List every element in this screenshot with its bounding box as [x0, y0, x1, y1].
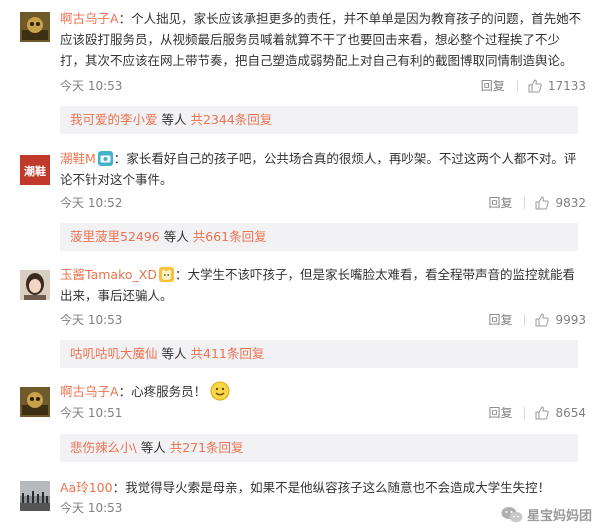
- reply-count-link[interactable]: 共2344条回复: [191, 112, 273, 127]
- avatar[interactable]: 潮鞋: [20, 155, 50, 185]
- replies-summary[interactable]: 咕叽咕叽大魔仙 等人 共411条回复: [60, 340, 578, 368]
- comment-time: 今天 10:53: [60, 79, 123, 93]
- thumbs-up-icon[interactable]: [528, 79, 542, 93]
- comment-username[interactable]: 啊古乌子A: [60, 11, 119, 26]
- divider: [524, 407, 526, 419]
- comment-time: 今天 10:53: [60, 313, 123, 327]
- reply-count-link[interactable]: 共411条回复: [191, 346, 265, 361]
- reply-button[interactable]: 回复: [481, 76, 505, 96]
- like-count: 9993: [555, 313, 586, 327]
- reply-button[interactable]: 回复: [488, 310, 512, 330]
- replies-summary[interactable]: 悲伤辣么小\ 等人 共271条回复: [60, 434, 578, 462]
- reply-button[interactable]: 回复: [488, 403, 512, 423]
- like-count: 8654: [555, 406, 586, 420]
- comment-text: 啊古乌子A：个人拙见，家长应该承担更多的责任，并不单单是因为教育孩子的问题，首先…: [60, 11, 582, 68]
- reply-user-link[interactable]: 我可爱的李小爱: [70, 112, 158, 127]
- avatar[interactable]: [20, 387, 50, 417]
- reply-user-link[interactable]: 菠里菠里52496: [70, 229, 160, 244]
- reply-user-link[interactable]: 咕叽咕叽大魔仙: [70, 346, 158, 361]
- comment-username[interactable]: 啊古乌子A: [60, 384, 119, 399]
- comment-username[interactable]: Aa玲100: [60, 480, 113, 495]
- comment-body: 个人拙见，家长应该承担更多的责任，并不单单是因为教育孩子的问题，首先她不应该殴打…: [60, 11, 582, 68]
- divider: [516, 80, 518, 92]
- comment-username[interactable]: 潮鞋M: [60, 151, 96, 166]
- divider: [524, 314, 526, 326]
- comment-text: 潮鞋M ：家长看好自己的孩子吧，公共场合真的很烦人，再吵架。不过这两个人都不对。评…: [60, 151, 577, 187]
- comment-meta: 今天 10:52 回复 9832: [60, 193, 586, 213]
- reply-user-link[interactable]: 悲伤辣么小\: [70, 440, 137, 455]
- comment-meta: 今天 10:53 回复 17133: [60, 76, 586, 96]
- reply-count-link[interactable]: 共271条回复: [170, 440, 244, 455]
- watermark: 星宝妈妈团: [501, 505, 592, 524]
- avatar-label: 潮鞋: [24, 164, 46, 178]
- wechat-logo-icon: [501, 506, 523, 524]
- comment-time: 今天 10:53: [60, 501, 123, 515]
- comment-username[interactable]: 玉酱Tamako_XD: [60, 267, 157, 282]
- thumbs-up-icon[interactable]: [535, 313, 550, 327]
- avatar[interactable]: [20, 481, 50, 511]
- comment-meta: 今天 10:51 回复 8654: [60, 403, 586, 423]
- cat-badge-icon: [158, 267, 174, 282]
- camera-badge-icon: [97, 151, 113, 166]
- divider: [524, 197, 526, 209]
- comment-text: 玉酱Tamako_XD ：大学生不该吓孩子，但是家长嘴脸太难看，看全程带声音的监控…: [60, 267, 575, 303]
- thumbs-up-icon[interactable]: [535, 196, 550, 210]
- thumbs-up-icon[interactable]: [535, 406, 550, 420]
- comment-body: 心疼服务员！: [131, 384, 207, 399]
- comment-text: 啊古乌子A：心疼服务员！: [60, 381, 582, 402]
- watermark-text: 星宝妈妈团: [526, 509, 592, 524]
- comment-text: Aa玲100：我觉得导火索是母亲，如果不是他纵容孩子这么随意也不会造成大学生失控…: [60, 480, 551, 495]
- like-count: 17133: [547, 79, 586, 93]
- comment-body: 家长看好自己的孩子吧，公共场合真的很烦人，再吵架。不过这两个人都不对。评论不针对…: [60, 151, 577, 187]
- comment-body: 我觉得导火索是母亲，如果不是他纵容孩子这么随意也不会造成大学生失控！: [125, 480, 551, 495]
- replies-summary[interactable]: 菠里菠里52496 等人 共661条回复: [60, 223, 578, 251]
- comment-time: 今天 10:52: [60, 196, 123, 210]
- avatar[interactable]: [20, 12, 50, 42]
- reply-count-link[interactable]: 共661条回复: [193, 229, 267, 244]
- smile-emoji-icon: [210, 381, 230, 401]
- avatar[interactable]: [20, 270, 50, 300]
- reply-button[interactable]: 回复: [488, 193, 512, 213]
- replies-summary[interactable]: 我可爱的李小爱 等人 共2344条回复: [60, 106, 578, 134]
- comment-time: 今天 10:51: [60, 406, 123, 420]
- like-count: 9832: [555, 196, 586, 210]
- comment-meta: 今天 10:53 回复 9993: [60, 310, 586, 330]
